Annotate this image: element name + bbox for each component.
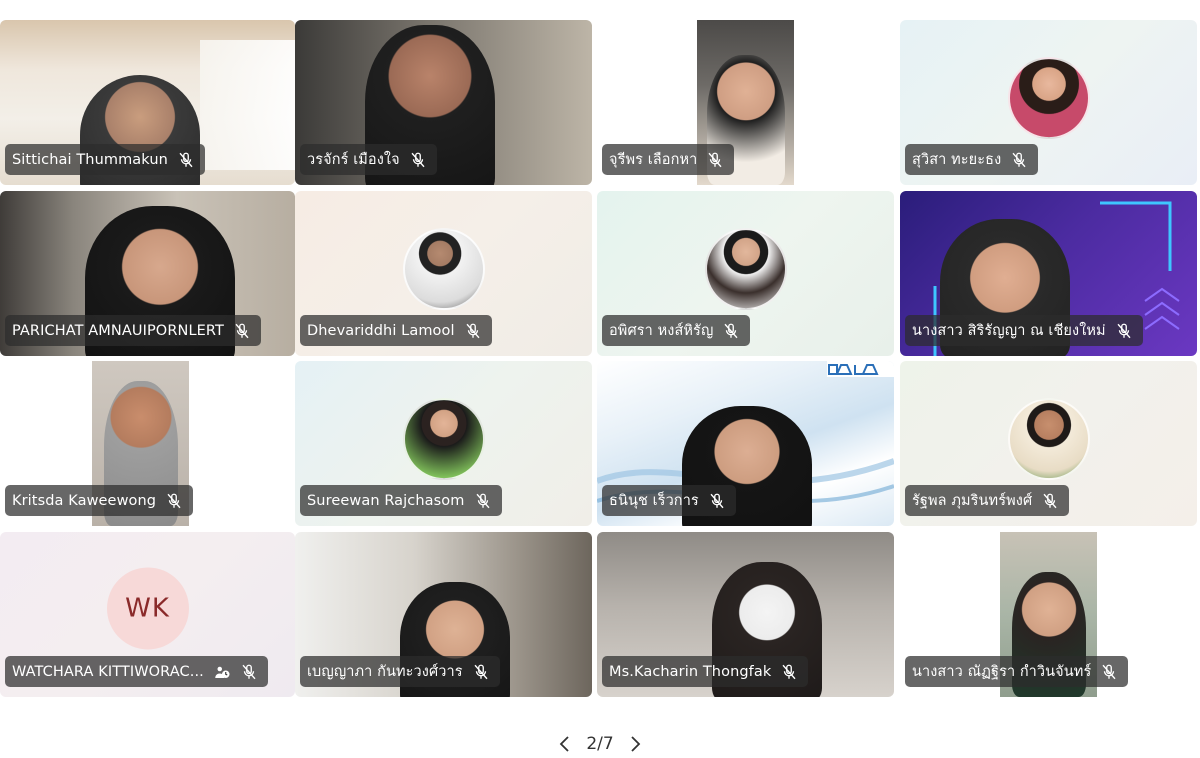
participant-tile[interactable]: นางสาว ณัฏฐิรา กำวินจันทร์: [900, 532, 1197, 697]
avatar: [1007, 397, 1090, 480]
participant-tile[interactable]: อพิศรา หงส์หิรัญ: [597, 191, 894, 356]
window-light: [200, 40, 295, 170]
participant-name: นางสาว ณัฏฐิรา กำวินจันทร์: [912, 664, 1092, 680]
video-grid: Sittichai Thummakun วรจักร์ เมืองใจ จุรี…: [0, 20, 1200, 698]
avatar: [704, 227, 787, 310]
participant-tile[interactable]: จุรีพร เลือกหา: [597, 20, 894, 185]
participant-name: ธนินุช เร็วการ: [609, 493, 699, 509]
mic-muted-icon: [179, 152, 193, 167]
participant-name: จุรีพร เลือกหา: [609, 152, 698, 168]
participant-name: PARICHAT AMNAUIPORNLERT: [12, 322, 224, 339]
mic-muted-icon: [1012, 152, 1026, 167]
participant-tile[interactable]: สุวิสา ทะยะธง: [900, 20, 1197, 185]
mic-muted-icon: [474, 664, 488, 679]
participant-nameplate: Kritsda Kaweewong: [5, 485, 194, 516]
participant-name: นางสาว สิริรัญญา ณ เชียงใหม่: [912, 323, 1106, 339]
participant-nameplate: เบญญาภา กันทะวงศ์วาร: [300, 656, 500, 687]
meeting-gallery-view: Sittichai Thummakun วรจักร์ เมืองใจ จุรี…: [0, 0, 1200, 758]
participant-name: วรจักร์ เมืองใจ: [307, 152, 400, 168]
chevron-left-icon[interactable]: [558, 735, 572, 753]
mic-muted-icon: [782, 664, 796, 679]
participant-name: รัฐพล ภุมรินทร์พงศ์: [912, 493, 1033, 509]
mic-muted-icon: [1117, 323, 1131, 338]
participant-name: เบญญาภา กันทะวงศ์วาร: [307, 664, 463, 680]
participant-tile[interactable]: ธนินุช เร็วการ: [597, 361, 894, 526]
participant-name: WATCHARA KITTIWORAC...: [12, 663, 204, 680]
participant-nameplate: Sureewan Rajchasom: [300, 485, 502, 516]
participant-tile[interactable]: PARICHAT AMNAUIPORNLERT: [0, 191, 295, 356]
participant-tile[interactable]: Kritsda Kaweewong: [0, 361, 295, 526]
participant-tile[interactable]: WK WATCHARA KITTIWORAC...: [0, 532, 295, 697]
participant-tile[interactable]: เบญญาภา กันทะวงศ์วาร: [295, 532, 592, 697]
avatar: [402, 397, 485, 480]
participant-name: Kritsda Kaweewong: [12, 492, 157, 509]
raised-hand-icon: [215, 666, 230, 678]
participant-tile[interactable]: Ms.Kacharin Thongfak: [597, 532, 894, 697]
participant-tile[interactable]: วรจักร์ เมืองใจ: [295, 20, 592, 185]
participant-name: Sittichai Thummakun: [12, 151, 168, 168]
mic-muted-icon: [475, 493, 490, 508]
participant-tile[interactable]: รัฐพล ภุมรินทร์พงศ์: [900, 361, 1197, 526]
page-indicator: 2/7: [586, 734, 614, 754]
mic-muted-icon: [708, 152, 722, 167]
mic-muted-icon: [167, 493, 181, 508]
participant-tile[interactable]: Sittichai Thummakun: [0, 20, 295, 185]
mic-muted-icon: [710, 493, 724, 508]
gallery-pagination: 2/7: [0, 731, 1200, 757]
participant-nameplate: นางสาว สิริรัญญา ณ เชียงใหม่: [905, 315, 1143, 346]
mic-muted-icon: [411, 152, 425, 167]
participant-name: Ms.Kacharin Thongfak: [609, 663, 772, 680]
participant-name: Sureewan Rajchasom: [307, 492, 465, 509]
participant-tile[interactable]: Sureewan Rajchasom: [295, 361, 592, 526]
participant-nameplate: PARICHAT AMNAUIPORNLERT: [5, 315, 261, 346]
participant-tile[interactable]: นางสาว สิริรัญญา ณ เชียงใหม่: [900, 191, 1197, 356]
participant-name: Dhevariddhi Lamool: [307, 322, 455, 339]
participant-tile[interactable]: Dhevariddhi Lamool: [295, 191, 592, 356]
mic-muted-icon: [724, 323, 738, 338]
participant-name: สุวิสา ทะยะธง: [912, 152, 1002, 168]
participant-nameplate: วรจักร์ เมืองใจ: [300, 144, 437, 175]
participant-nameplate: Sittichai Thummakun: [5, 144, 205, 175]
participant-nameplate: ธนินุช เร็วการ: [602, 485, 736, 516]
mic-muted-icon: [1102, 664, 1116, 679]
avatar: [1007, 56, 1090, 139]
participant-nameplate: อพิศรา หงส์หิรัญ: [602, 315, 751, 346]
avatar: [402, 227, 485, 310]
mic-muted-icon: [242, 664, 256, 679]
participant-name: อพิศรา หงส์หิรัญ: [609, 323, 714, 339]
chevron-right-icon[interactable]: [628, 735, 642, 753]
mic-muted-icon: [1043, 493, 1057, 508]
participant-nameplate: จุรีพร เลือกหา: [602, 144, 735, 175]
avatar-initials: WK: [106, 566, 189, 649]
mic-muted-icon: [235, 323, 249, 338]
participant-nameplate: สุวิสา ทะยะธง: [905, 144, 1039, 175]
participant-nameplate: WATCHARA KITTIWORAC...: [5, 656, 268, 687]
participant-nameplate: รัฐพล ภุมรินทร์พงศ์: [905, 485, 1070, 516]
participant-nameplate: Ms.Kacharin Thongfak: [602, 656, 809, 687]
participant-nameplate: นางสาว ณัฏฐิรา กำวินจันทร์: [905, 656, 1129, 687]
mic-muted-icon: [466, 323, 480, 338]
participant-nameplate: Dhevariddhi Lamool: [300, 315, 492, 346]
